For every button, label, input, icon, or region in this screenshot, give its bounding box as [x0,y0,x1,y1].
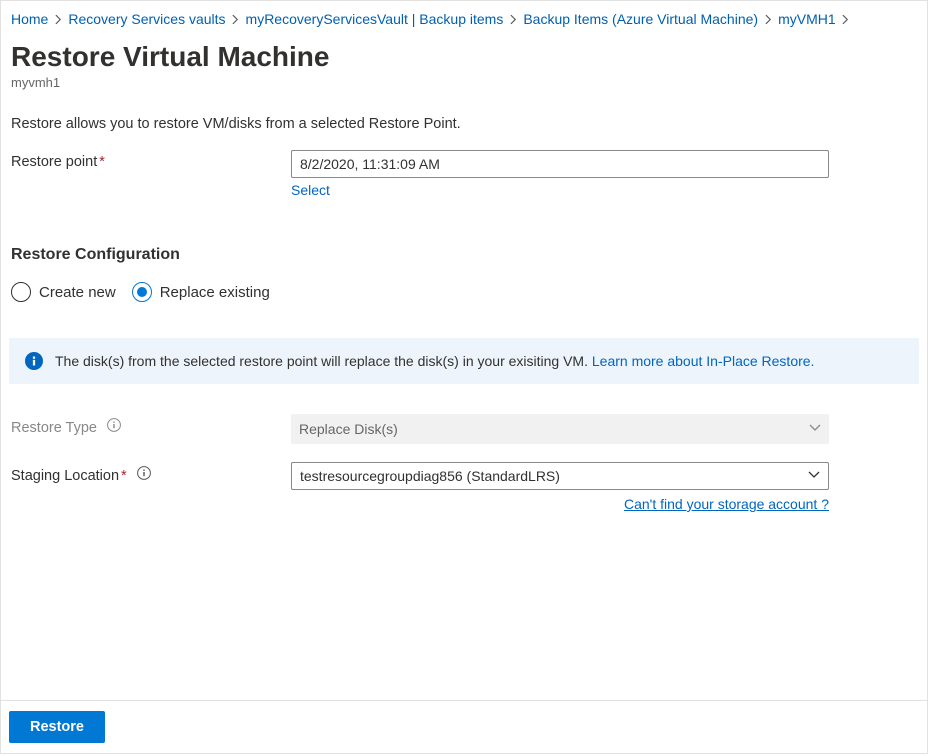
cant-find-storage-link[interactable]: Can't find your storage account ? [291,496,829,512]
radio-replace-existing[interactable]: Replace existing [132,282,270,302]
restore-point-input[interactable] [291,150,829,178]
chevron-down-icon [809,421,821,437]
radio-create-new[interactable]: Create new [11,282,116,302]
info-tooltip-icon[interactable] [107,418,121,432]
restore-config-radio-group: Create new Replace existing [11,282,919,302]
chevron-right-icon [230,13,242,25]
info-banner-text: The disk(s) from the selected restore po… [55,353,814,369]
info-banner-link[interactable]: Learn more about In-Place Restore. [592,353,815,369]
radio-icon [132,282,152,302]
restore-configuration-header: Restore Configuration [11,246,919,264]
breadcrumb-item-home[interactable]: Home [11,11,48,27]
restore-point-label: Restore point* [9,150,291,170]
breadcrumb-item-myvmh1[interactable]: myVMH1 [778,11,836,27]
restore-point-select-link[interactable]: Select [291,182,330,198]
staging-location-value: testresourcegroupdiag856 (StandardLRS) [300,468,560,484]
restore-type-label: Restore Type [9,414,291,436]
chevron-right-icon [762,13,774,25]
restore-type-value: Replace Disk(s) [299,421,398,437]
chevron-right-icon [52,13,64,25]
radio-label: Replace existing [160,284,270,301]
restore-type-select: Replace Disk(s) [291,414,829,444]
radio-label: Create new [39,284,116,301]
staging-location-label: Staging Location* [9,462,291,484]
breadcrumb-item-backup-items-azure-vm[interactable]: Backup Items (Azure Virtual Machine) [523,11,758,27]
staging-location-select[interactable]: testresourcegroupdiag856 (StandardLRS) [291,462,829,490]
breadcrumb-item-recovery-vaults[interactable]: Recovery Services vaults [68,11,225,27]
chevron-right-icon [507,13,519,25]
radio-icon [11,282,31,302]
page-subtitle: myvmh1 [11,75,919,90]
info-tooltip-icon[interactable] [137,466,151,480]
chevron-right-icon [840,13,852,25]
page-title: Restore Virtual Machine [11,41,919,73]
info-icon [25,352,43,370]
page-description: Restore allows you to restore VM/disks f… [11,116,919,132]
restore-button[interactable]: Restore [9,711,105,743]
breadcrumb-item-vault-backup-items[interactable]: myRecoveryServicesVault | Backup items [246,11,504,27]
breadcrumb: Home Recovery Services vaults myRecovery… [9,9,919,27]
info-banner: The disk(s) from the selected restore po… [9,338,919,384]
chevron-down-icon [808,468,820,484]
